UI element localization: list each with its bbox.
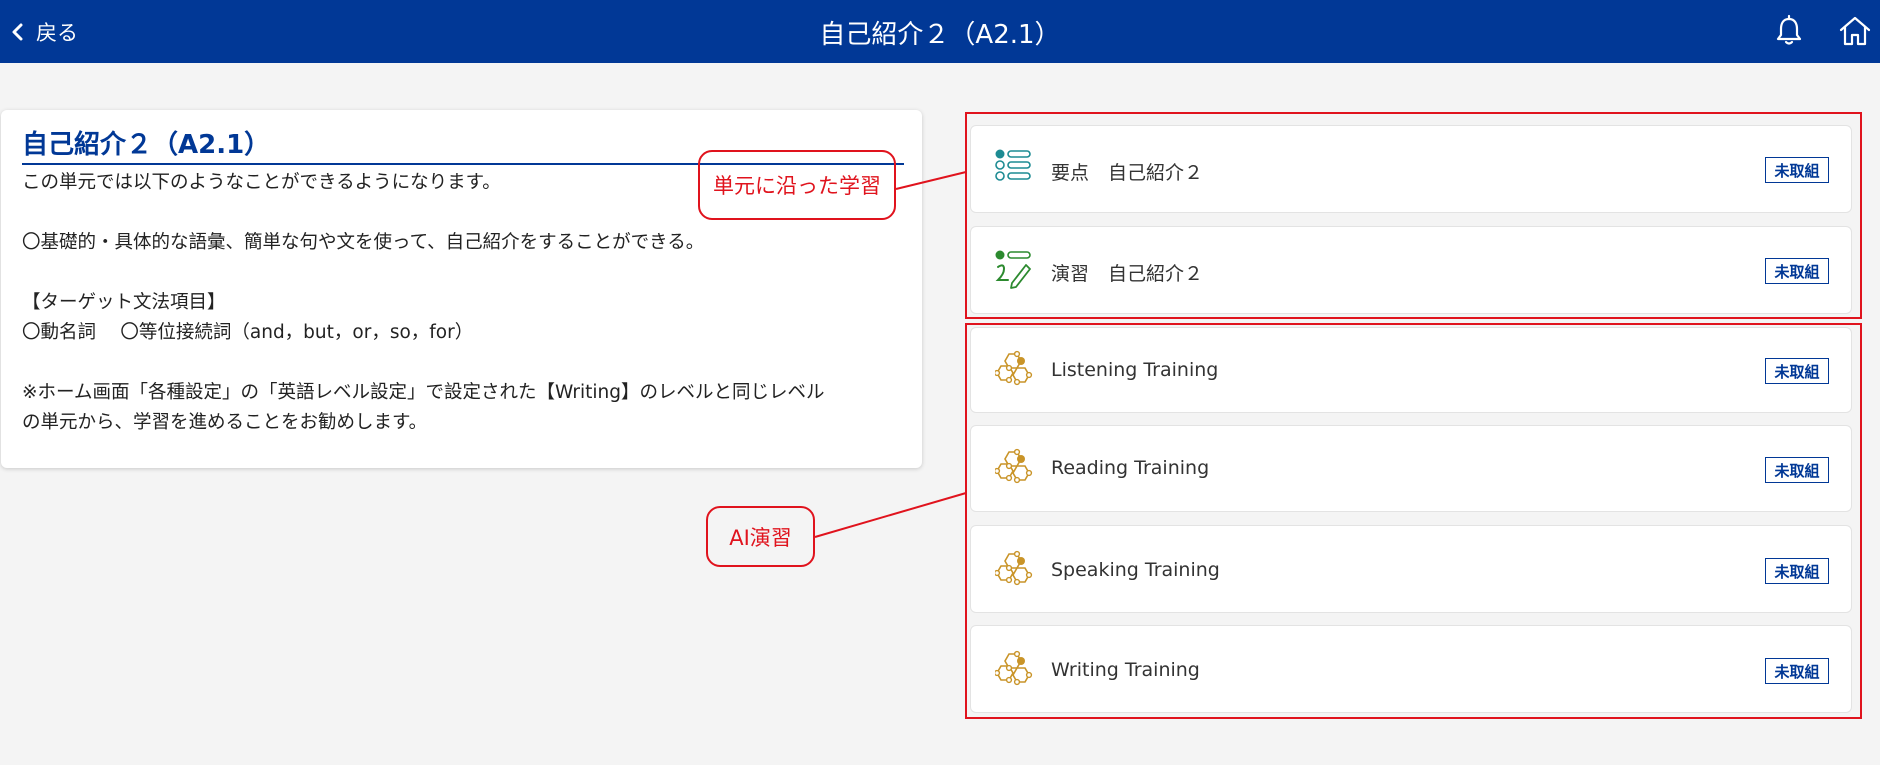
description-line: 〇動名詞 〇等位接続詞（and，but，or，so，for） [22,322,474,343]
annotation-ai-practice: AI演習 [706,506,815,567]
page-title: 自己紹介２（A2.1） [819,20,1061,50]
ai-practice-highlight [965,323,1862,719]
annotation-unit-learning: 単元に沿った学習 [698,150,896,220]
description-line: の単元から、学習を進めることをお勧めします。 [22,412,428,433]
top-bar: 戻る 自己紹介２（A2.1） [0,0,1880,63]
description-line [22,258,902,288]
description-line: 【ターゲット文法項目】 [22,292,226,313]
bell-icon[interactable] [1772,14,1806,48]
home-icon[interactable] [1838,14,1872,48]
description-line: 〇基礎的・具体的な語彙、簡単な句や文を使って、自己紹介をすることができる。 [22,232,705,253]
unit-learning-highlight [965,112,1862,319]
description-line [22,348,902,378]
description-line: ※ホーム画面「各種設定」の「英語レベル設定」で設定された【Writing】のレベ… [22,382,825,403]
